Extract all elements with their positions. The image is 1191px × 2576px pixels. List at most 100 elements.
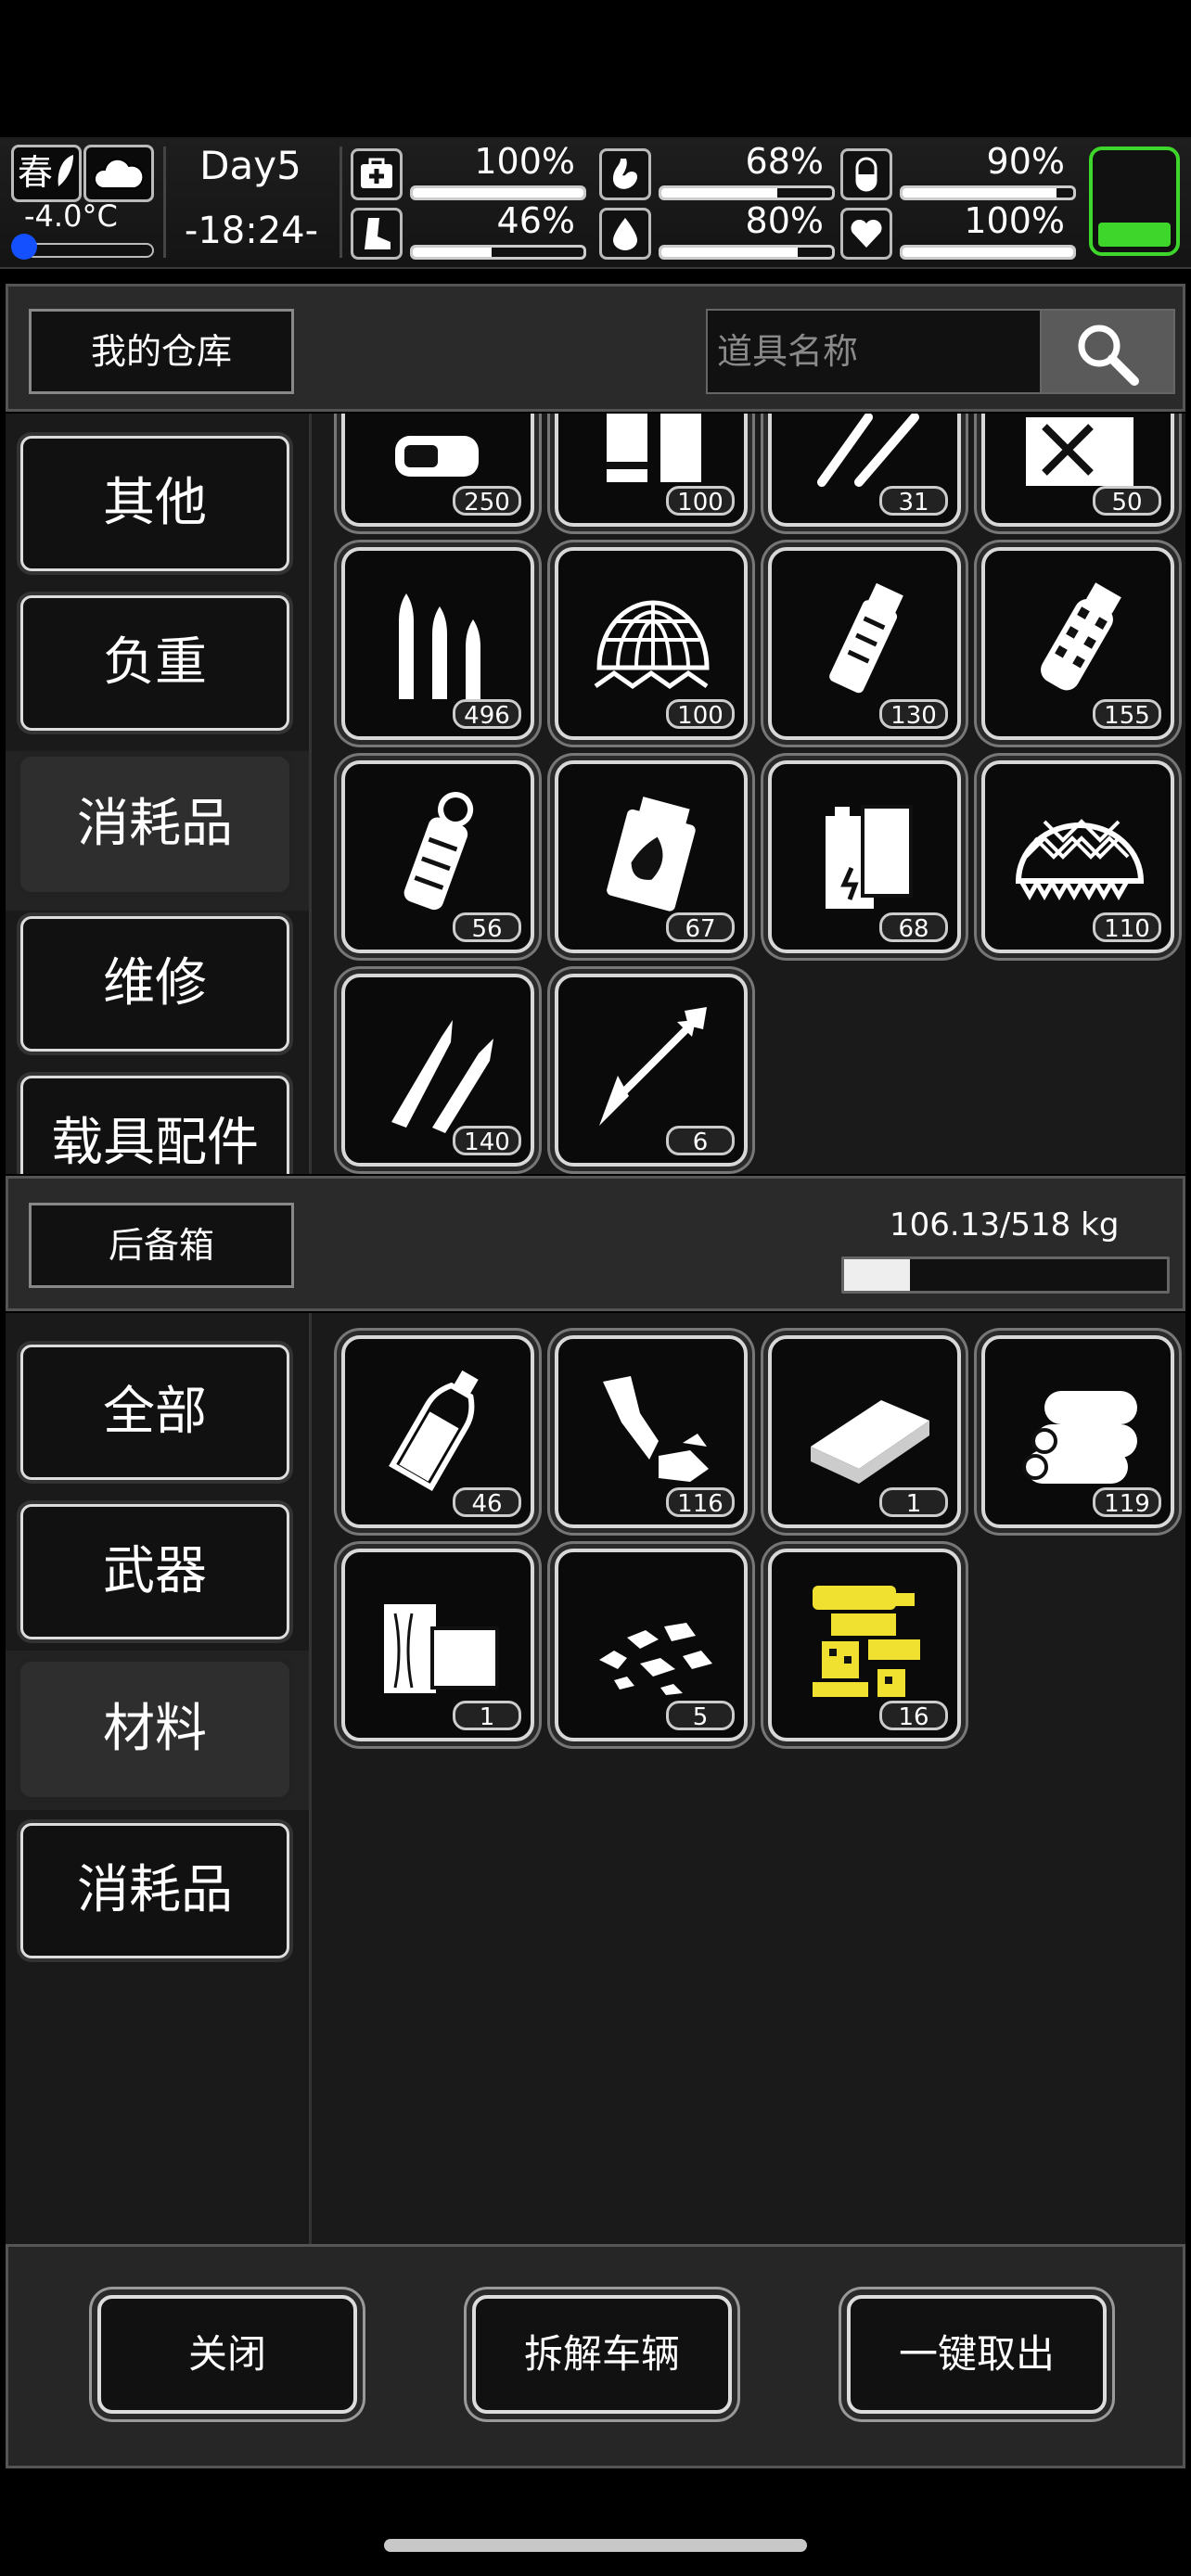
leaf-icon xyxy=(58,155,73,186)
item-batteries[interactable]: 100 xyxy=(555,414,748,527)
stomach-icon xyxy=(599,148,651,200)
category-materials[interactable]: 材料 xyxy=(20,1662,289,1797)
stat-energy-value: 90% xyxy=(986,141,1065,182)
item-count: 116 xyxy=(666,1487,735,1518)
item-incendiary-charge[interactable]: 67 xyxy=(555,760,748,953)
battery-indicator xyxy=(1089,147,1180,256)
divider xyxy=(339,147,342,258)
item-count: 16 xyxy=(879,1701,948,1731)
stat-mood-value: 100% xyxy=(964,200,1065,241)
temperature: -4.0°C xyxy=(24,198,118,234)
warehouse-header: 我的仓库 道具名称 xyxy=(6,284,1185,412)
search-input[interactable]: 道具名称 xyxy=(706,309,1042,394)
warehouse-body: 其他 负重 消耗品 维修 载具配件 250 100 31 50 496 100 … xyxy=(6,414,1185,1174)
batteries-icon xyxy=(607,414,701,482)
battery-cells-icon xyxy=(826,805,913,909)
trunk-item-grid: 46 116 1 119 1 5 16 xyxy=(321,1313,1185,2244)
stat-mood: 100% xyxy=(840,200,1076,261)
stat-stamina-bar xyxy=(410,245,586,260)
item-count: 5 xyxy=(666,1701,735,1731)
foot-icon xyxy=(351,208,403,260)
category-load[interactable]: 负重 xyxy=(20,595,289,731)
item-count: 1 xyxy=(453,1701,521,1731)
item-smoke-grenade[interactable]: 130 xyxy=(768,547,961,740)
item-logs[interactable]: 119 xyxy=(981,1335,1174,1528)
item-plank[interactable]: 1 xyxy=(768,1335,961,1528)
warehouse-category-list: 其他 负重 消耗品 维修 载具配件 xyxy=(6,414,312,1174)
arrow-icon xyxy=(599,1007,707,1126)
category-all[interactable]: 全部 xyxy=(20,1345,289,1480)
logs-icon xyxy=(1022,1391,1137,1484)
item-flashbang[interactable]: 56 xyxy=(341,760,534,953)
item-count: 50 xyxy=(1093,486,1161,516)
weather-indicator xyxy=(83,145,154,202)
game-screen: 春 -4.0°C Day5 -18:24- 100% 68% 90% 46% 8… xyxy=(0,0,1191,2576)
camo-net-icon xyxy=(1015,819,1145,901)
category-consumables[interactable]: 消耗品 xyxy=(20,757,289,892)
item-count: 68 xyxy=(879,912,948,943)
item-count: 31 xyxy=(879,486,948,516)
category-other[interactable]: 其他 xyxy=(20,436,289,571)
take-all-button[interactable]: 一键取出 xyxy=(847,2295,1107,2414)
day-counter: Day5 xyxy=(199,143,301,188)
item-count: 100 xyxy=(666,486,735,516)
warehouse-tab[interactable]: 我的仓库 xyxy=(29,309,294,394)
crate-icon xyxy=(1026,417,1133,486)
stat-health-value: 100% xyxy=(474,141,575,182)
item-battery-cells[interactable]: 68 xyxy=(768,760,961,953)
item-gold-parts[interactable]: 16 xyxy=(768,1549,961,1741)
stones-icon xyxy=(599,1623,712,1695)
trunk-body: 全部 武器 材料 消耗品 46 116 1 119 1 5 16 xyxy=(6,1313,1185,2244)
item-count: 6 xyxy=(666,1126,735,1156)
stat-thirst-bar xyxy=(659,245,835,260)
item-camo-net[interactable]: 110 xyxy=(981,760,1174,953)
stat-mood-bar xyxy=(900,245,1076,260)
item-bottle[interactable]: 46 xyxy=(341,1335,534,1528)
sniper-rounds-icon xyxy=(391,1020,493,1133)
item-rifle-ammo[interactable]: 496 xyxy=(341,547,534,740)
home-indicator[interactable] xyxy=(384,2539,807,2552)
stat-hunger-bar xyxy=(659,185,835,200)
trunk-tab[interactable]: 后备箱 xyxy=(29,1203,294,1288)
item-crate[interactable]: 50 xyxy=(981,414,1174,527)
trunk-weight-fill xyxy=(844,1259,911,1291)
item-frag-grenade[interactable]: 155 xyxy=(981,547,1174,740)
category-consumables[interactable]: 消耗品 xyxy=(20,1823,289,1958)
stat-hunger: 68% xyxy=(599,141,835,202)
item-count: 100 xyxy=(666,699,735,730)
item-net-trap[interactable]: 100 xyxy=(555,547,748,740)
stat-stamina: 46% xyxy=(351,200,586,261)
item-count: 56 xyxy=(453,912,521,943)
item-count: 46 xyxy=(453,1487,521,1518)
plank-icon xyxy=(811,1400,929,1484)
item-stones[interactable]: 5 xyxy=(555,1549,748,1741)
item-count: 67 xyxy=(666,912,735,943)
bullets-pack-icon xyxy=(395,436,479,477)
net-trap-icon xyxy=(594,600,710,690)
item-wood-blocks[interactable]: 1 xyxy=(341,1549,534,1741)
item-bullets-pack[interactable]: 250 xyxy=(341,414,534,527)
bottle-icon xyxy=(389,1370,479,1492)
item-arrow[interactable]: 6 xyxy=(555,974,748,1167)
scrap-metal-icon xyxy=(603,1376,709,1482)
stat-thirst: 80% xyxy=(599,200,835,261)
close-button[interactable]: 关闭 xyxy=(97,2295,357,2414)
search-icon xyxy=(1078,325,1139,386)
dismantle-vehicle-button[interactable]: 拆解车辆 xyxy=(472,2295,732,2414)
stat-thirst-value: 80% xyxy=(745,200,824,241)
item-sniper-rounds[interactable]: 140 xyxy=(341,974,534,1167)
item-count: 496 xyxy=(453,699,521,730)
temperature-marker xyxy=(11,234,37,260)
item-count: 119 xyxy=(1093,1487,1161,1518)
search-button[interactable] xyxy=(1040,309,1175,394)
item-count: 110 xyxy=(1093,912,1161,943)
category-repair[interactable]: 维修 xyxy=(20,916,289,1052)
action-bar: 关闭 拆解车辆 一键取出 xyxy=(6,2244,1185,2468)
item-needles[interactable]: 31 xyxy=(768,414,961,527)
item-scrap-metal[interactable]: 116 xyxy=(555,1335,748,1528)
category-vehicle-parts[interactable]: 载具配件 xyxy=(20,1076,289,1174)
item-count: 140 xyxy=(453,1126,521,1156)
stat-hunger-value: 68% xyxy=(745,141,824,182)
trunk-category-list: 全部 武器 材料 消耗品 xyxy=(6,1313,312,2244)
category-weapons[interactable]: 武器 xyxy=(20,1504,289,1639)
